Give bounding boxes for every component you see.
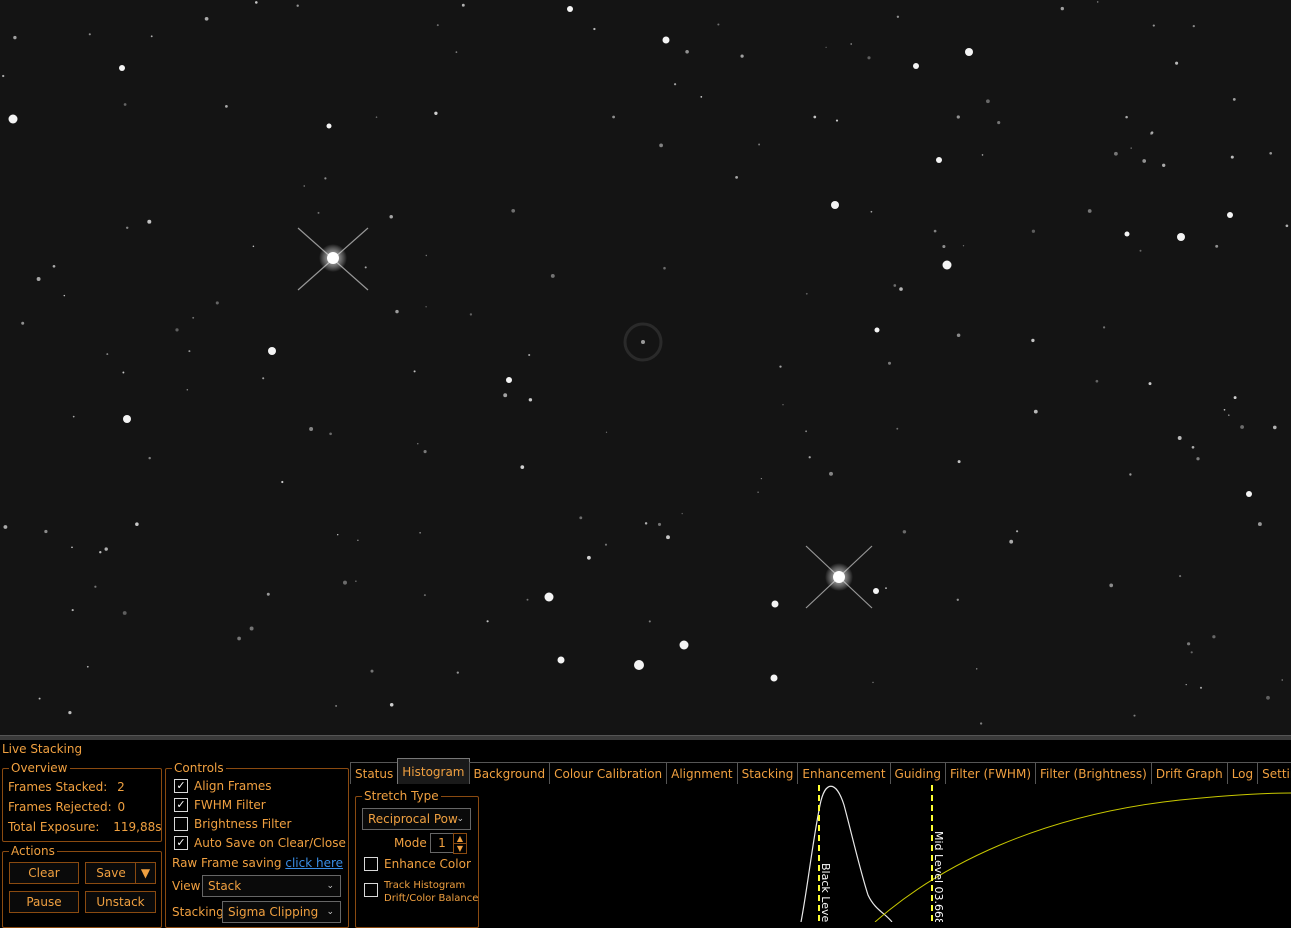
track-histogram-label: Track Histogram Drift/Color Balance [384, 879, 478, 905]
frames-stacked-label: Frames Stacked: [8, 780, 108, 794]
align-frames-label: Align Frames [194, 779, 272, 793]
stretch-type-select[interactable]: Reciprocal Pow ⌄ [362, 808, 471, 830]
raw-frame-saving-row: Raw Frame saving click here [172, 856, 343, 870]
fwhm-filter-check-icon: ✓ [174, 798, 188, 812]
auto-save-checkbox[interactable]: ✓ Auto Save on Clear/Close [174, 836, 346, 850]
spin-down-icon[interactable]: ▼ [453, 844, 467, 854]
tab-background[interactable]: Background [468, 762, 551, 784]
tab-bar: Status Histogram Background Colour Calibrat… [350, 758, 1291, 784]
chevron-down-icon: ⌄ [326, 881, 334, 891]
total-exposure-value: 119,88s [113, 820, 162, 834]
overview-label: Overview [9, 761, 70, 775]
mode-input[interactable]: 1 [430, 833, 454, 853]
enhance-color-checkbox[interactable]: Enhance Color [364, 857, 471, 871]
raw-frame-saving-label: Raw Frame saving [172, 856, 282, 870]
enhance-color-box [364, 857, 378, 871]
total-exposure-row: Total Exposure: 119,88s [8, 820, 162, 834]
stacking-select[interactable]: Sigma Clipping ⌄ [222, 901, 341, 923]
star-field-image [0, 0, 1291, 735]
enhance-color-label: Enhance Color [384, 857, 471, 871]
stretch-type-label: Stretch Type [362, 789, 441, 803]
controls-group: Controls ✓ Align Frames ✓ FWHM Filter Br… [165, 761, 349, 928]
mid-level-label: Mid Level 03.668 [932, 831, 945, 922]
brightness-filter-checkbox[interactable]: Brightness Filter [174, 817, 291, 831]
tab-guiding[interactable]: Guiding [889, 762, 946, 784]
stretch-type-group: Stretch Type Reciprocal Pow ⌄ Mode 1 ▲ ▼… [355, 789, 479, 928]
view-label: View [172, 879, 201, 893]
align-frames-checkbox[interactable]: ✓ Align Frames [174, 779, 272, 793]
frames-rejected-value: 0 [117, 800, 126, 814]
stretch-type-value: Reciprocal Pow [368, 812, 458, 826]
unstack-button[interactable]: Unstack [85, 891, 156, 913]
live-stacking-panel: Live Stacking Overview Frames Stacked: 2… [0, 740, 1291, 928]
spin-up-icon[interactable]: ▲ [453, 833, 467, 844]
tab-filter-brightness[interactable]: Filter (Brightness) [1035, 762, 1152, 784]
view-select[interactable]: Stack ⌄ [202, 875, 341, 897]
pause-button[interactable]: Pause [9, 891, 79, 913]
frames-rejected-row: Frames Rejected: 0 [8, 800, 125, 814]
auto-save-check-icon: ✓ [174, 836, 188, 850]
mode-label: Mode [394, 836, 427, 850]
stacked-image-view[interactable] [0, 0, 1291, 735]
tab-colour-calibration[interactable]: Colour Calibration [549, 762, 668, 784]
total-exposure-label: Total Exposure: [8, 820, 100, 834]
clear-button[interactable]: Clear [9, 862, 79, 884]
panel-title: Live Stacking [2, 742, 83, 756]
track-histogram-line2: Drift/Color Balance [384, 893, 479, 904]
tab-enhancement[interactable]: Enhancement [797, 762, 891, 784]
fwhm-filter-checkbox[interactable]: ✓ FWHM Filter [174, 798, 266, 812]
view-select-value: Stack [208, 879, 242, 893]
tab-filter-fwhm[interactable]: Filter (FWHM) [944, 762, 1036, 784]
brightness-filter-label: Brightness Filter [194, 817, 292, 831]
actions-label: Actions [9, 844, 57, 858]
stacking-label: Stacking [172, 905, 224, 919]
tab-drift-graph[interactable]: Drift Graph [1150, 762, 1228, 784]
histogram-curve [800, 785, 893, 922]
track-histogram-box [364, 883, 378, 897]
tab-settings[interactable]: Settings [1257, 762, 1291, 784]
caret-down-icon: ▼ [140, 866, 151, 880]
frames-stacked-row: Frames Stacked: 2 [8, 780, 125, 794]
chevron-down-icon: ⌄ [326, 907, 334, 917]
chevron-down-icon: ⌄ [456, 814, 464, 824]
track-histogram-line1: Track Histogram [384, 880, 466, 891]
tab-status[interactable]: Status [350, 762, 399, 784]
save-dropdown-button[interactable]: ▼ [135, 862, 156, 884]
fwhm-filter-label: FWHM Filter [194, 798, 266, 812]
track-histogram-checkbox[interactable]: Track Histogram Drift/Color Balance [364, 879, 478, 905]
controls-label: Controls [172, 761, 226, 775]
raw-frame-link[interactable]: click here [285, 856, 343, 870]
align-frames-check-icon: ✓ [174, 779, 188, 793]
save-button[interactable]: Save [85, 862, 137, 884]
tab-log[interactable]: Log [1226, 762, 1259, 784]
mode-spinner[interactable]: ▲ ▼ [453, 833, 467, 854]
auto-save-label: Auto Save on Clear/Close [194, 836, 346, 850]
tab-stacking[interactable]: Stacking [736, 762, 799, 784]
histogram-tab-content: Stretch Type Reciprocal Pow ⌄ Mode 1 ▲ ▼… [350, 785, 1291, 928]
black-level-label: Black Level [819, 863, 832, 922]
frames-rejected-label: Frames Rejected: [8, 800, 112, 814]
stacking-select-value: Sigma Clipping [228, 905, 319, 919]
actions-group: Actions Clear Save ▼ Pause Unstack [2, 844, 162, 928]
tab-alignment[interactable]: Alignment [666, 762, 738, 784]
histogram-graph[interactable]: Black Level Mid Level 03.668 [480, 785, 1291, 922]
overview-group: Overview Frames Stacked: 2 Frames Reject… [2, 761, 162, 842]
frames-stacked-value: 2 [117, 780, 125, 794]
tab-histogram[interactable]: Histogram [397, 758, 470, 784]
brightness-filter-box [174, 817, 188, 831]
